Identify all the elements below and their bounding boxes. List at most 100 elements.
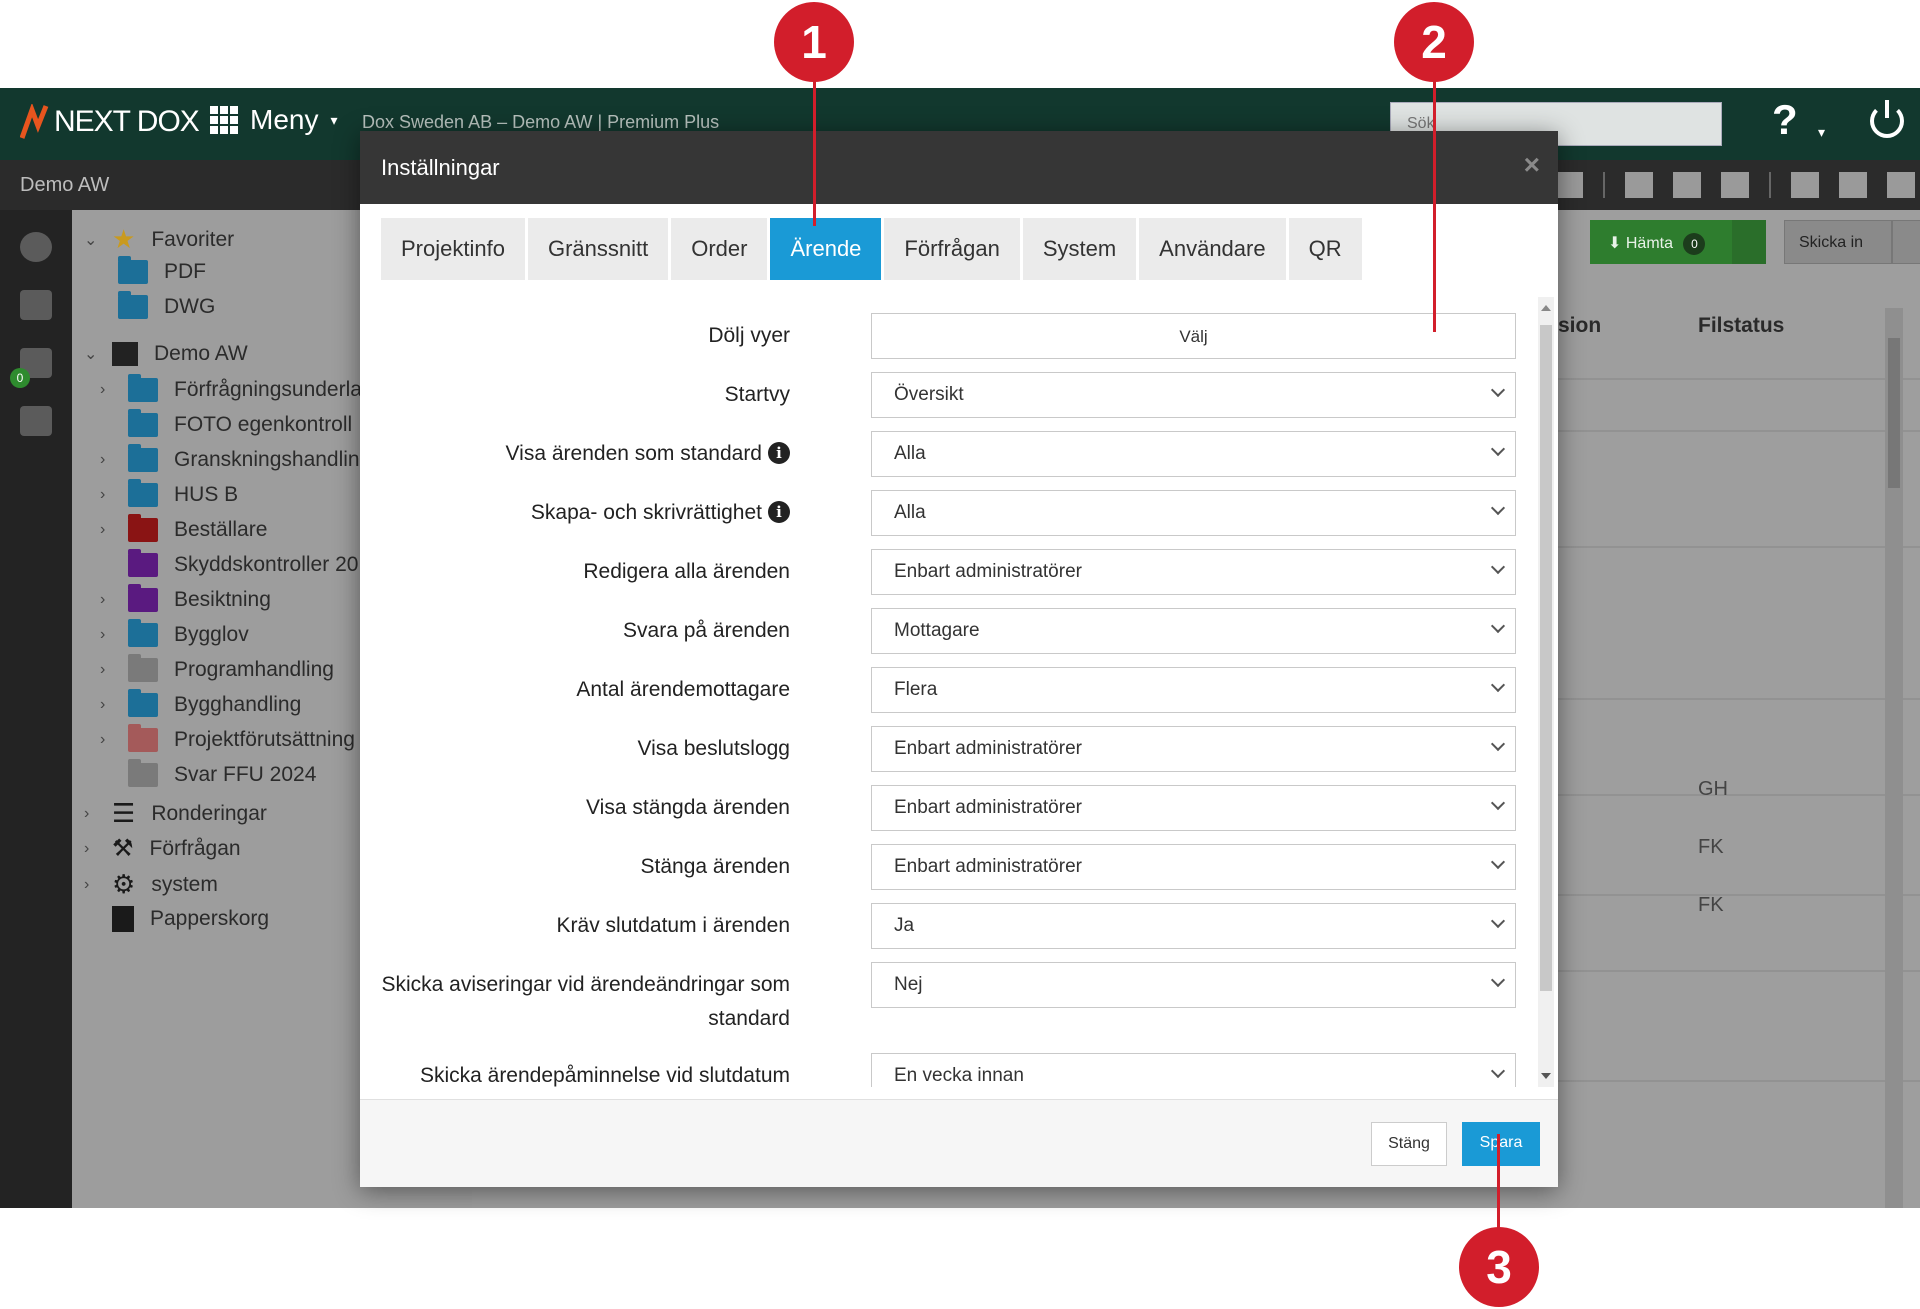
reminder-select[interactable]: En vecka innan <box>871 1053 1516 1087</box>
close-issues-select[interactable]: Enbart administratörer <box>871 844 1516 890</box>
parking-icon[interactable] <box>20 232 52 262</box>
require-due-date-select[interactable]: Ja <box>871 903 1516 949</box>
tab-anvandare[interactable]: Användare <box>1139 218 1286 280</box>
issue-settings-form: Dölj vyer Välj Startvy Översikt Visa äre… <box>360 297 1558 1087</box>
folder-icon <box>128 584 158 612</box>
scroll-up-icon[interactable] <box>1541 305 1551 311</box>
tab-forfragan[interactable]: Förfrågan <box>884 218 1020 280</box>
tree-item[interactable]: › Programhandling <box>100 654 334 682</box>
folder-icon <box>128 409 158 437</box>
chevron-right-icon[interactable]: › <box>100 521 112 539</box>
close-button[interactable]: Stäng <box>1371 1122 1447 1166</box>
briefcase-icon[interactable] <box>20 290 52 320</box>
tree-item[interactable]: › HUS B <box>100 479 238 507</box>
tab-arende[interactable]: Ärende <box>770 218 882 280</box>
column-header-version[interactable]: sion <box>1558 314 1601 338</box>
tree-item-dwg[interactable]: DWG <box>118 291 215 319</box>
chevron-right-icon[interactable]: › <box>100 381 112 399</box>
tree-item[interactable]: Svar FFU 2024 <box>128 759 316 787</box>
column-header-filestatus[interactable]: Filstatus <box>1698 314 1784 338</box>
info-icon[interactable]: i <box>768 501 790 523</box>
chevron-right-icon[interactable]: › <box>100 591 112 609</box>
tab-granssnitt[interactable]: Gränssnitt <box>527 218 669 280</box>
tree-item[interactable]: Skyddskontroller 20 <box>128 549 358 577</box>
sort-icon[interactable] <box>1555 172 1583 198</box>
chevron-right-icon[interactable]: › <box>100 731 112 749</box>
folder-open-icon[interactable] <box>1673 172 1701 198</box>
create-write-select[interactable]: Alla <box>871 490 1516 536</box>
tab-projektinfo[interactable]: Projektinfo <box>381 218 525 280</box>
chevron-right-icon[interactable]: › <box>100 661 112 679</box>
chevron-right-icon[interactable]: › <box>100 451 112 469</box>
chevron-right-icon[interactable]: › <box>100 626 112 644</box>
grid-menu-icon <box>210 106 238 134</box>
submit-dropdown-button[interactable] <box>1892 220 1920 264</box>
download-dropdown-button[interactable] <box>1732 220 1766 264</box>
field-label: Svara på ärenden <box>623 619 790 642</box>
recipients-select[interactable]: Flera <box>871 667 1516 713</box>
hide-views-select-button[interactable]: Välj <box>871 313 1516 359</box>
folder-icon <box>128 514 158 542</box>
company-project-label: Dox Sweden AB – Demo AW | Premium Plus <box>362 112 720 132</box>
save-button[interactable]: Spara <box>1462 1122 1540 1166</box>
scroll-down-icon[interactable] <box>1541 1073 1551 1079</box>
scrollbar-thumb[interactable] <box>1540 325 1552 991</box>
logo[interactable]: NEXT DOX <box>20 102 200 142</box>
tree-item-label: Programhandling <box>174 658 334 681</box>
power-icon[interactable] <box>1870 100 1904 138</box>
scrollbar-thumb[interactable] <box>1888 338 1900 488</box>
large-grid-icon[interactable] <box>1791 172 1819 198</box>
tree-item[interactable]: › Beställare <box>100 514 267 542</box>
tree-item-ronderingar[interactable]: › ☰ Ronderingar <box>84 798 267 829</box>
tree-item[interactable]: › Bygglov <box>100 619 249 647</box>
tab-qr[interactable]: QR <box>1288 218 1362 280</box>
small-grid-icon[interactable] <box>1839 172 1867 198</box>
tree-item[interactable]: › Förfrågningsunderla <box>100 374 362 402</box>
tree-item-favoriter[interactable]: ⌄ ★ Favoriter <box>84 224 234 255</box>
tree-item[interactable]: › Besiktning <box>100 584 271 612</box>
field-label: Redigera alla ärenden <box>583 560 790 583</box>
decision-log-select[interactable]: Enbart administratörer <box>871 726 1516 772</box>
tab-system[interactable]: System <box>1022 218 1137 280</box>
chevron-right-icon[interactable]: › <box>84 840 96 858</box>
submit-button[interactable]: Skicka in <box>1784 220 1892 264</box>
info-icon[interactable]: i <box>768 442 790 464</box>
help-caret-icon[interactable]: ▾ <box>1818 124 1825 141</box>
notifications-select[interactable]: Nej <box>871 962 1516 1008</box>
tab-order[interactable]: Order <box>671 218 768 280</box>
dialog-scrollbar[interactable] <box>1538 297 1554 1087</box>
chevron-right-icon[interactable]: › <box>84 876 96 894</box>
tags-icon[interactable] <box>1625 172 1653 198</box>
tree-item-forfragan[interactable]: › ⚒ Förfrågan <box>84 834 241 863</box>
tree-item-label: FOTO egenkontroll <box>174 413 353 436</box>
reply-select[interactable]: Mottagare <box>871 608 1516 654</box>
lock-icon[interactable] <box>20 406 52 436</box>
download-button[interactable]: ⬇ Hämta 0 <box>1590 220 1732 264</box>
list-view-icon[interactable] <box>1721 172 1749 198</box>
chevron-right-icon[interactable]: › <box>100 486 112 504</box>
show-closed-select[interactable]: Enbart administratörer <box>871 785 1516 831</box>
start-view-select[interactable]: Översikt <box>871 372 1516 418</box>
tree-item-demo-aw[interactable]: ⌄ Demo AW <box>84 342 248 366</box>
chevron-down-icon[interactable]: ⌄ <box>84 344 97 364</box>
select-value: Enbart administratörer <box>894 856 1082 877</box>
edit-all-select[interactable]: Enbart administratörer <box>871 549 1516 595</box>
show-issues-default-select[interactable]: Alla <box>871 431 1516 477</box>
chevron-right-icon[interactable]: › <box>100 696 112 714</box>
tree-item[interactable]: › Projektförutsättning <box>100 724 355 752</box>
tree-item[interactable]: › Granskningshandlin <box>100 444 360 472</box>
callout-3: 3 <box>1459 1227 1539 1307</box>
tree-item-papperskorg[interactable]: Papperskorg <box>112 906 269 932</box>
callout-2-line <box>1433 80 1436 332</box>
menu-button[interactable]: Meny ▾ <box>210 104 338 136</box>
tree-item[interactable]: › Bygghandling <box>100 689 301 717</box>
chevron-down-icon[interactable]: ⌄ <box>84 230 97 250</box>
file-list-scrollbar[interactable] <box>1885 308 1903 1208</box>
close-icon[interactable]: × <box>1524 149 1540 181</box>
tree-item[interactable]: FOTO egenkontroll <box>128 409 353 437</box>
help-icon[interactable]: ? <box>1772 96 1798 144</box>
details-list-icon[interactable] <box>1887 172 1915 198</box>
tree-item-pdf[interactable]: PDF <box>118 256 206 284</box>
tree-item-system[interactable]: › ⚙ system <box>84 869 218 900</box>
chevron-right-icon[interactable]: › <box>84 805 96 823</box>
